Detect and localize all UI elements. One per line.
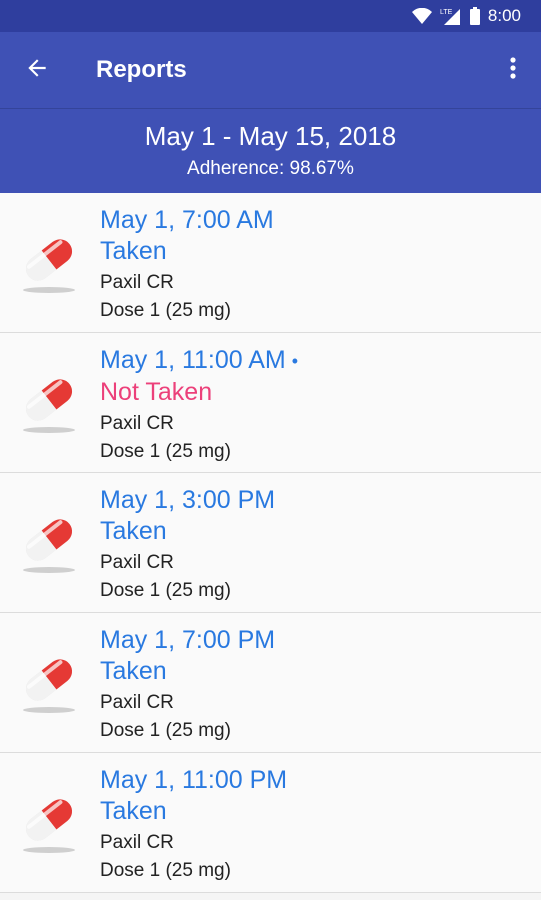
- dose-time: May 1, 7:00 AM: [100, 206, 274, 234]
- list-item[interactable]: May 1, 11:00 AM • Not Taken Paxil CR Dose…: [0, 333, 541, 473]
- date-range: May 1 - May 15, 2018: [144, 121, 397, 151]
- overflow-menu-button[interactable]: [499, 54, 527, 86]
- drug-name: Paxil CR: [100, 272, 174, 293]
- overflow-menu-icon: [509, 56, 517, 85]
- dose-list: May 1, 7:00 AM Taken Paxil CR Dose 1 (25…: [0, 193, 541, 893]
- drug-name: Paxil CR: [100, 552, 174, 573]
- drug-name: Paxil CR: [100, 832, 174, 853]
- dose-status: Taken: [100, 237, 167, 265]
- dose-time: May 1, 11:00 AM •: [100, 345, 298, 377]
- dose-status: Taken: [100, 797, 167, 825]
- dose-amount: Dose 1 (25 mg): [100, 440, 231, 462]
- battery-icon: [469, 7, 480, 25]
- pill-icon: [0, 473, 100, 613]
- list-item[interactable]: May 1, 3:00 PM Taken Paxil CR Dose 1 (25…: [0, 473, 541, 613]
- dose-time: May 1, 11:00 PM: [100, 766, 288, 794]
- app-bar: Reports: [0, 32, 541, 108]
- list-item[interactable]: May 1, 7:00 PM Taken Paxil CR Dose 1 (25…: [0, 613, 541, 753]
- note-dot: •: [291, 350, 299, 371]
- lte-signal-icon: LTE: [440, 7, 462, 25]
- clock: 8:00: [487, 6, 521, 25]
- pill-icon: [0, 333, 100, 473]
- dose-status: Taken: [100, 657, 167, 685]
- adherence-label: Adherence: 98.67%: [187, 158, 354, 179]
- pill-icon: [0, 753, 100, 893]
- dose-amount: Dose 1 (25 mg): [100, 720, 231, 741]
- pill-icon: [0, 613, 100, 753]
- dose-status: Taken: [100, 517, 167, 545]
- pill-icon: [0, 193, 100, 333]
- back-arrow-icon: [24, 55, 50, 86]
- dose-time-text: May 1, 11:00 AM: [100, 346, 286, 374]
- back-button[interactable]: [0, 32, 74, 108]
- dose-amount: Dose 1 (25 mg): [100, 860, 231, 881]
- dose-amount: Dose 1 (25 mg): [100, 580, 231, 601]
- dose-status: Not Taken: [100, 377, 213, 406]
- dose-amount: Dose 1 (25 mg): [100, 300, 231, 321]
- network-label: LTE: [440, 9, 453, 16]
- page-title: Reports: [96, 56, 187, 83]
- status-bar: LTE 8:00: [0, 0, 541, 32]
- drug-name: Paxil CR: [100, 692, 174, 713]
- drug-name: Paxil CR: [100, 412, 174, 434]
- report-summary: May 1 - May 15, 2018 Adherence: 98.67%: [0, 108, 541, 193]
- list-item[interactable]: May 1, 11:00 PM Taken Paxil CR Dose 1 (2…: [0, 753, 541, 893]
- dose-time: May 1, 3:00 PM: [100, 486, 276, 514]
- dose-time: May 1, 7:00 PM: [100, 626, 276, 654]
- wifi-icon: [411, 8, 432, 24]
- list-item[interactable]: May 1, 7:00 AM Taken Paxil CR Dose 1 (25…: [0, 193, 541, 333]
